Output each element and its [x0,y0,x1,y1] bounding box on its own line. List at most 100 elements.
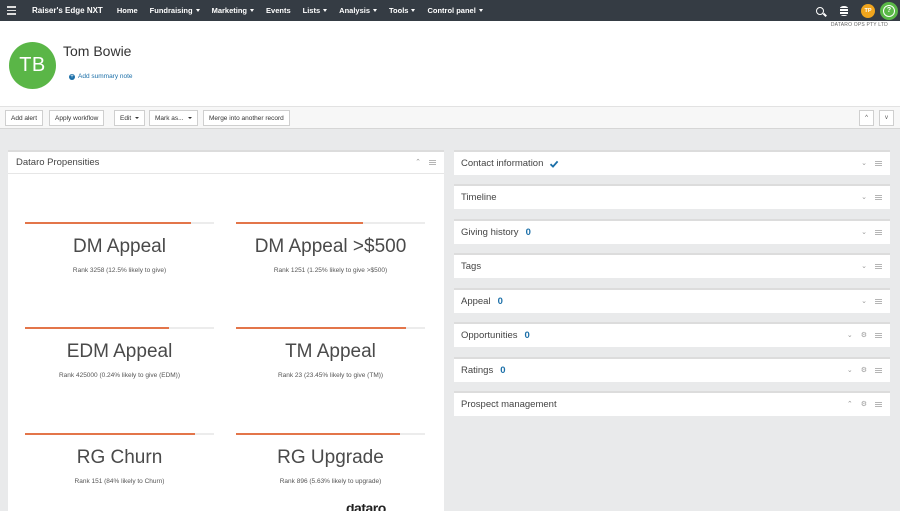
record-name: Tom Bowie [63,43,132,59]
propensity-score-fill [25,327,169,329]
propensity-card: EDM Appeal Rank 425000 (0.24% likely to g… [25,327,214,379]
chevron-down-icon[interactable]: ⌄ [861,160,867,167]
org-strip: DATARO OPS PTY LTD [0,21,900,30]
propensity-score-fill [25,222,192,224]
chevron-up-icon[interactable]: ⌃ [847,401,853,408]
propensity-title: RG Upgrade [277,447,384,468]
nav-events[interactable]: Events [266,6,291,15]
summary-note-label: Add summary note [78,73,133,80]
chevron-up-icon[interactable]: ⌃ [415,159,421,166]
drag-handle-icon[interactable] [875,368,882,373]
nav-home[interactable]: Home [117,6,138,15]
propensities-title: Dataro Propensities [16,157,100,168]
chevron-down-icon [411,9,416,12]
tile-count: 0 [524,330,530,341]
tile-contact-information[interactable]: Contact information ⌄ [454,150,890,175]
tile-tags[interactable]: Tags ⌄ [454,253,890,278]
tile-count: 0 [500,365,506,376]
chevron-down-icon [195,9,200,12]
apply-workflow-button[interactable]: Apply workflow [49,110,105,126]
top-nav-bar: Raiser's Edge NXT Home Fundraising Marke… [0,0,900,21]
chevron-down-icon[interactable]: ⌄ [861,229,867,236]
edit-dropdown-button[interactable]: Edit [114,110,146,126]
propensities-header: Dataro Propensities ⌃ [8,152,444,174]
nav-lists[interactable]: Lists [303,6,328,15]
tile-title: Timeline [461,192,497,203]
gear-icon[interactable]: ⚙ [861,332,867,339]
user-menu-button[interactable]: TP [856,0,880,21]
drag-handle-icon[interactable] [875,333,882,338]
record-avatar: TB [9,42,56,89]
previous-record-button[interactable]: ^ [859,110,874,126]
chevron-down-icon[interactable]: ⌄ [847,367,853,374]
tile-ratings[interactable]: Ratings 0 ⌄ ⚙ [454,357,890,382]
drag-handle-icon[interactable] [875,161,882,166]
propensity-score-fill [236,327,407,329]
drag-handle-icon[interactable] [875,402,882,407]
propensity-score-bar [25,327,214,329]
mark-as-dropdown-button[interactable]: Mark as... [149,110,198,126]
add-summary-note-link[interactable]: + Add summary note [69,73,133,80]
propensity-title: DM Appeal >$500 [254,236,407,257]
tile-appeal[interactable]: Appeal 0 ⌄ [454,288,890,313]
drag-handle-icon[interactable] [875,195,882,200]
brand-name[interactable]: Raiser's Edge NXT [32,6,103,15]
tile-title: Tags [461,261,482,272]
chevron-down-icon[interactable]: ⌄ [861,263,867,270]
drag-handle-icon[interactable] [875,299,882,304]
propensity-rank: Rank 3258 (12.5% likely to give) [72,267,167,274]
drag-handle-icon[interactable] [429,160,436,165]
chevron-down-icon [323,9,328,12]
tile-prospect-management[interactable]: Prospect management ⌃ ⚙ [454,391,890,416]
propensity-card: DM Appeal Rank 3258 (12.5% likely to give… [25,222,214,274]
propensity-rank: Rank 896 (5.63% likely to upgrade) [279,478,382,485]
add-alert-button[interactable]: Add alert [5,110,44,126]
database-icon [840,5,848,16]
chevron-up-icon: ^ [865,115,868,121]
propensity-rank: Rank 23 (23.45% likely to give (TM)) [277,372,384,379]
checkmark-icon [550,160,559,168]
propensity-card: RG Churn Rank 151 (84% likely to Churn) [25,433,214,485]
gear-icon[interactable]: ⚙ [861,367,867,374]
chevron-down-icon [135,117,140,119]
propensity-card: DM Appeal >$500 Rank 1251 (1.25% likely t… [236,222,425,274]
nav-control-panel[interactable]: Control panel [427,6,483,15]
tile-opportunities[interactable]: Opportunities 0 ⌄ ⚙ [454,322,890,347]
propensity-score-fill [25,433,196,435]
nav-tools[interactable]: Tools [389,6,416,15]
search-button[interactable] [808,0,832,21]
nav-analysis[interactable]: Analysis [339,6,378,15]
tile-title: Giving history [461,227,519,238]
hamburger-menu-icon[interactable] [0,0,22,21]
propensity-score-bar [25,222,214,224]
merge-record-button[interactable]: Merge into another record [203,110,290,126]
gear-icon[interactable]: ⚙ [861,401,867,408]
chevron-down-icon[interactable]: ⌄ [847,332,853,339]
tile-title: Contact information [461,158,544,169]
chevron-down-icon[interactable]: ⌄ [861,194,867,201]
help-button[interactable]: ? [880,1,898,20]
tile-title: Ratings [461,365,494,376]
propensity-card: RG Upgrade Rank 896 (5.63% likely to upgr… [236,433,425,485]
chevron-down-icon: v [885,115,888,121]
search-icon [816,6,824,15]
propensity-card: TM Appeal Rank 23 (23.45% likely to give … [236,327,425,379]
tile-title: Opportunities [461,330,518,341]
next-record-button[interactable]: v [879,110,894,126]
chevron-down-icon[interactable]: ⌄ [861,298,867,305]
drag-handle-icon[interactable] [875,264,882,269]
drag-handle-icon[interactable] [875,230,882,235]
tile-giving-history[interactable]: Giving history 0 ⌄ [454,219,890,244]
propensity-score-bar [236,327,425,329]
record-header: TB Tom Bowie + Add summary note [0,30,900,106]
propensity-title: EDM Appeal [66,341,173,362]
tile-timeline[interactable]: Timeline ⌄ [454,184,890,209]
tile-count: 0 [525,227,531,238]
tile-title: Prospect management [461,399,557,410]
propensity-title: DM Appeal [73,236,166,257]
propensity-score-bar [236,222,425,224]
database-button[interactable] [832,0,856,21]
chevron-down-icon [187,117,192,119]
nav-fundraising[interactable]: Fundraising [150,6,200,15]
nav-marketing[interactable]: Marketing [212,6,255,15]
